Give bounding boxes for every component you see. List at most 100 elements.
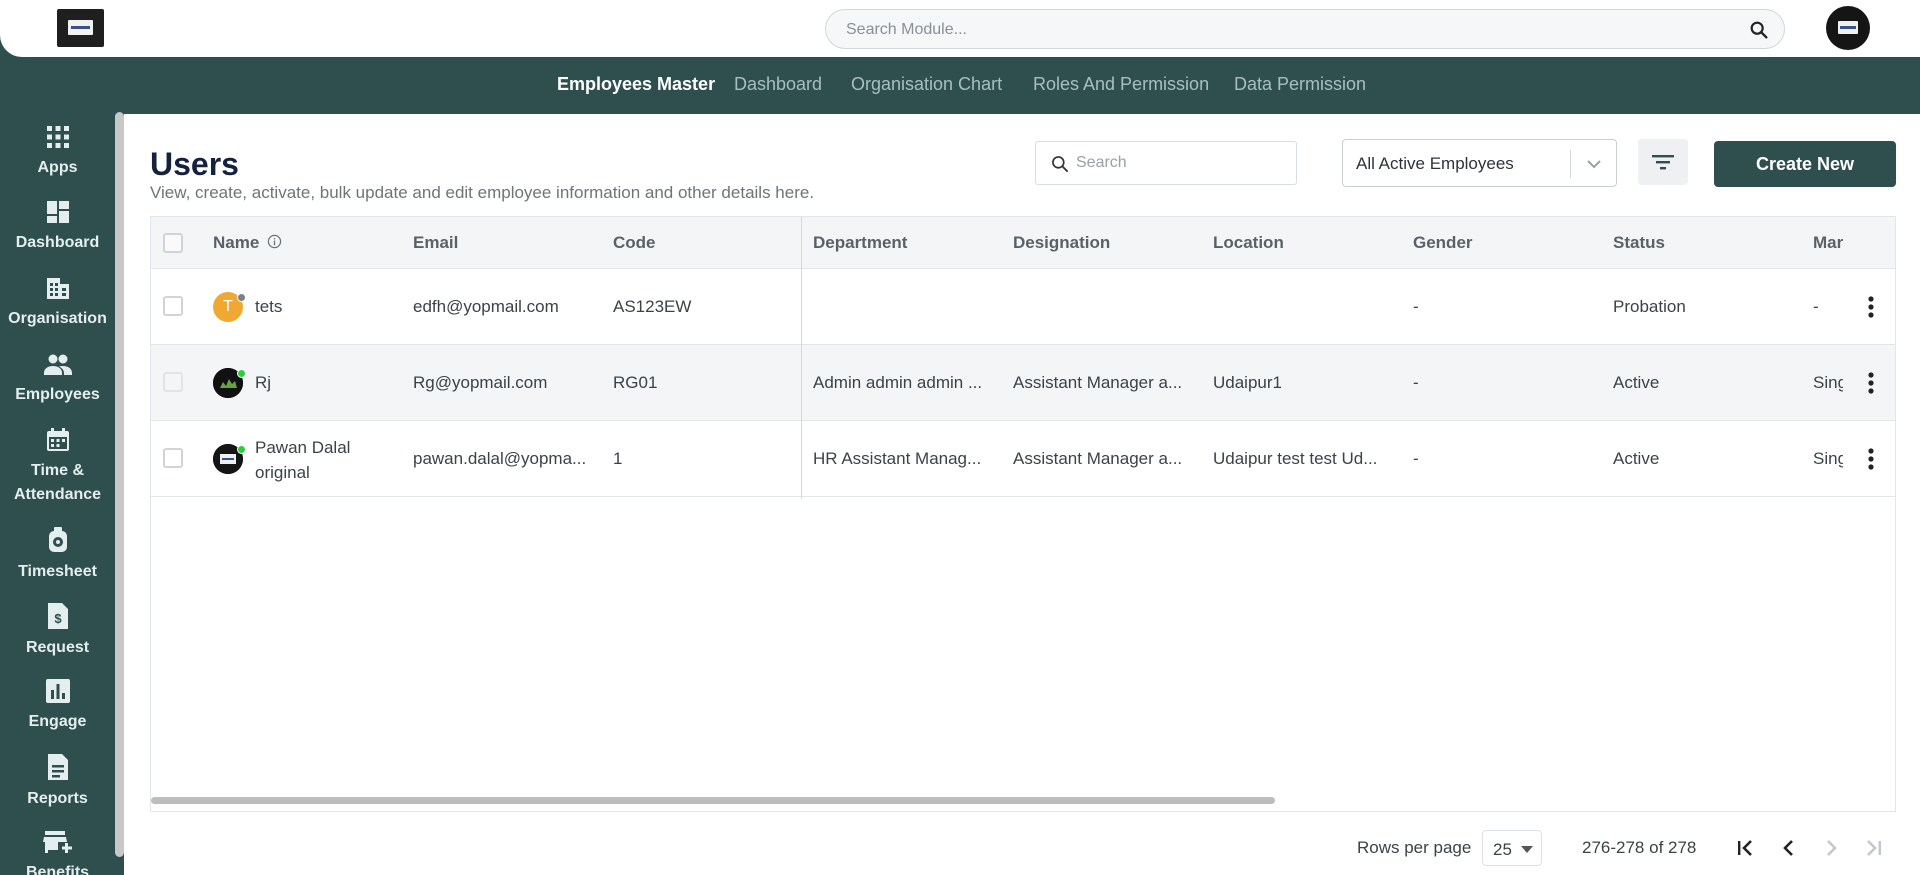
sidebar-item-label: Engage — [28, 713, 87, 730]
rows-per-page-select[interactable]: 25 — [1482, 830, 1542, 866]
sidebar-item-dashboard[interactable]: Dashboard — [0, 199, 115, 255]
sidebar-scrollbar[interactable] — [115, 112, 124, 857]
cell-department: Admin admin admin ... — [813, 373, 983, 392]
user-search-placeholder: Search — [1076, 154, 1127, 171]
module-nav: Employees Master Dashboard Organisation … — [0, 64, 1920, 104]
stopwatch-icon — [48, 527, 67, 552]
avatar — [213, 368, 246, 398]
top-bar: Search Module... — [0, 0, 1920, 57]
tab-roles-and-permission[interactable]: Roles And Permission — [1033, 74, 1209, 95]
horizontal-scrollbar[interactable] — [151, 797, 1275, 804]
cell-name[interactable]: Rj — [255, 373, 271, 393]
company-logo[interactable] — [57, 9, 104, 47]
create-new-button[interactable]: Create New — [1714, 141, 1896, 187]
cell-manager: Sing — [1813, 373, 1843, 392]
module-search-placeholder: Search Module... — [846, 21, 967, 38]
dollar-document-icon: $ — [47, 603, 68, 629]
column-header-designation[interactable]: Designation — [1013, 233, 1110, 253]
row-checkbox[interactable] — [163, 296, 183, 316]
cell-email: Rg@yopmail.com — [413, 373, 548, 392]
search-icon[interactable] — [1748, 19, 1770, 41]
chevron-down-icon[interactable] — [1585, 155, 1603, 173]
table-row[interactable]: Pawan Dalal original pawan.dalal@yopma..… — [151, 421, 1895, 497]
column-header-status[interactable]: Status — [1613, 233, 1665, 253]
module-search-input[interactable]: Search Module... — [825, 9, 1785, 49]
cell-email: edfh@yopmail.com — [413, 297, 559, 316]
column-header-department[interactable]: Department — [813, 233, 907, 253]
column-header-gender[interactable]: Gender — [1413, 233, 1473, 253]
cell-email: pawan.dalal@yopma... — [413, 449, 587, 468]
frozen-column-divider — [801, 217, 802, 499]
bar-chart-icon — [45, 679, 70, 703]
select-all-checkbox[interactable] — [163, 233, 183, 253]
last-page-icon[interactable] — [1861, 836, 1885, 860]
sidebar-item-request[interactable]: $ Request — [0, 602, 115, 660]
tab-data-permission[interactable]: Data Permission — [1234, 74, 1366, 95]
user-search-input[interactable]: Search — [1035, 141, 1297, 185]
sidebar-item-reports[interactable]: Reports — [0, 753, 115, 811]
sidebar-item-employees[interactable]: Employees — [0, 351, 115, 407]
info-icon[interactable] — [267, 234, 282, 249]
cell-location: Udaipur test test Ud... — [1213, 449, 1378, 468]
cell-location: Udaipur1 — [1213, 373, 1282, 392]
calendar-icon — [46, 428, 69, 451]
employee-status-value: All Active Employees — [1356, 154, 1514, 173]
column-header-email[interactable]: Email — [413, 233, 458, 253]
employee-status-select[interactable]: All Active Employees — [1342, 139, 1617, 187]
page-title: Users — [150, 146, 239, 182]
column-header-manager[interactable]: Mar — [1813, 233, 1843, 253]
presence-dot — [237, 369, 246, 378]
cell-manager: - — [1813, 297, 1819, 316]
sidebar-item-label: Organisation — [8, 310, 107, 327]
building-icon — [46, 278, 69, 299]
profile-avatar[interactable] — [1826, 6, 1870, 50]
tab-employees-master[interactable]: Employees Master — [557, 74, 715, 95]
first-page-icon[interactable] — [1734, 836, 1758, 860]
cell-code: RG01 — [613, 373, 658, 392]
presence-dot — [237, 293, 246, 302]
cell-gender: - — [1413, 297, 1419, 316]
cell-department: HR Assistant Manag... — [813, 449, 982, 468]
sidebar-item-time-attendance[interactable]: Time & Attendance — [0, 427, 115, 507]
sidebar-item-engage[interactable]: Engage — [0, 678, 115, 734]
row-checkbox[interactable] — [163, 372, 183, 392]
more-options-icon[interactable] — [1867, 295, 1875, 319]
cell-status: Probation — [1613, 297, 1686, 316]
filter-icon — [1652, 155, 1674, 170]
table-row[interactable]: T tets edfh@yopmail.com AS123EW - Probat… — [151, 269, 1895, 345]
sidebar-item-label: Apps — [37, 159, 78, 176]
search-icon — [1052, 156, 1068, 172]
cell-name[interactable]: Pawan Dalal original — [255, 435, 350, 485]
cell-designation: Assistant Manager a... — [1013, 373, 1183, 392]
users-table: Name Email Code Department Designation L… — [150, 216, 1896, 812]
column-header-name[interactable]: Name — [213, 233, 282, 253]
sidebar-item-organisation[interactable]: Organisation — [0, 275, 115, 331]
sidebar-item-benefits[interactable]: Benefits — [0, 829, 115, 875]
presence-dot — [237, 445, 246, 454]
cell-status: Active — [1613, 373, 1660, 392]
sidebar-item-timesheet[interactable]: Timesheet — [0, 526, 115, 584]
cell-gender: - — [1413, 373, 1419, 392]
tab-dashboard[interactable]: Dashboard — [734, 74, 822, 95]
previous-page-icon[interactable] — [1777, 836, 1801, 860]
tab-organisation-chart[interactable]: Organisation Chart — [851, 74, 1002, 95]
people-icon — [43, 354, 72, 375]
cell-status: Active — [1613, 449, 1660, 468]
filter-button[interactable] — [1638, 139, 1688, 185]
sidebar-item-label: Timesheet — [18, 563, 97, 580]
cell-name[interactable]: tets — [255, 297, 282, 317]
sidebar-item-label: Dashboard — [15, 234, 100, 251]
sidebar-item-apps[interactable]: Apps — [0, 124, 115, 180]
more-options-icon[interactable] — [1867, 371, 1875, 395]
more-options-icon[interactable] — [1867, 447, 1875, 471]
row-checkbox[interactable] — [163, 448, 183, 468]
table-row[interactable]: Rj Rg@yopmail.com RG01 Admin admin admin… — [151, 345, 1895, 421]
column-header-code[interactable]: Code — [613, 233, 656, 253]
rows-per-page-label: Rows per page — [1357, 838, 1472, 857]
cell-gender: - — [1413, 449, 1419, 468]
column-header-location[interactable]: Location — [1213, 233, 1284, 253]
dashboard-icon — [46, 201, 69, 223]
caret-down-icon — [1521, 846, 1533, 853]
next-page-icon[interactable] — [1819, 836, 1843, 860]
pagination-range: 276-278 of 278 — [1582, 838, 1697, 857]
